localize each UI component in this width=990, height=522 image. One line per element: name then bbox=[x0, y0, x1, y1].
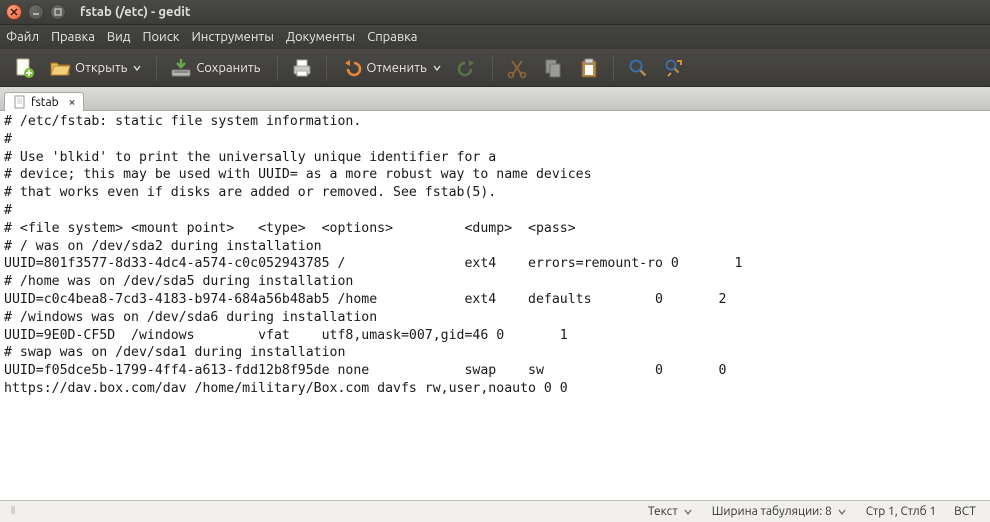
menu-documents[interactable]: Документы bbox=[286, 30, 355, 44]
close-window-button[interactable] bbox=[6, 4, 22, 20]
separator bbox=[156, 55, 157, 81]
document-tab[interactable]: fstab × bbox=[4, 92, 84, 111]
replace-icon bbox=[663, 57, 685, 79]
open-button[interactable]: Открыть bbox=[42, 52, 150, 84]
menubar: Файл Правка Вид Поиск Инструменты Докуме… bbox=[0, 25, 990, 49]
status-cursor-position: Стр 1, Стлб 1 bbox=[866, 505, 936, 518]
text-editor[interactable]: # /etc/fstab: static file system informa… bbox=[0, 111, 990, 501]
status-tabwidth-selector[interactable]: Ширина табуляции: 8 bbox=[712, 505, 848, 518]
print-button[interactable] bbox=[284, 52, 320, 84]
separator bbox=[613, 55, 614, 81]
undo-button[interactable]: Отменить bbox=[333, 52, 449, 84]
find-button[interactable] bbox=[620, 52, 656, 84]
search-icon bbox=[627, 57, 649, 79]
status-left-grip bbox=[8, 504, 32, 519]
chevron-down-icon bbox=[682, 508, 694, 516]
status-tabwidth-label: Ширина табуляции: 8 bbox=[712, 505, 832, 518]
status-syntax-selector[interactable]: Текст bbox=[648, 505, 694, 518]
new-file-icon bbox=[13, 57, 35, 79]
menu-file[interactable]: Файл bbox=[6, 30, 39, 44]
open-folder-icon bbox=[49, 57, 71, 79]
chevron-down-icon bbox=[836, 508, 848, 516]
document-icon bbox=[13, 95, 27, 109]
tab-strip: fstab × bbox=[0, 87, 990, 111]
separator bbox=[326, 55, 327, 81]
menu-view[interactable]: Вид bbox=[107, 30, 131, 44]
status-bar: Текст Ширина табуляции: 8 Стр 1, Стлб 1 … bbox=[0, 500, 990, 522]
save-label: Сохранить bbox=[196, 61, 260, 75]
chevron-down-icon[interactable] bbox=[131, 64, 143, 72]
save-button[interactable]: Сохранить bbox=[163, 52, 271, 84]
menu-tools[interactable]: Инструменты bbox=[191, 30, 273, 44]
minimize-window-button[interactable] bbox=[28, 4, 44, 20]
window-title: fstab (/etc) - gedit bbox=[80, 5, 191, 19]
menu-edit[interactable]: Правка bbox=[51, 30, 95, 44]
status-syntax-label: Текст bbox=[648, 505, 678, 518]
redo-icon bbox=[457, 57, 479, 79]
redo-button[interactable] bbox=[450, 52, 486, 84]
print-icon bbox=[291, 57, 313, 79]
cut-button[interactable] bbox=[499, 52, 535, 84]
copy-icon bbox=[542, 57, 564, 79]
undo-icon bbox=[340, 57, 362, 79]
separator bbox=[277, 55, 278, 81]
status-insert-mode[interactable]: ВСТ bbox=[954, 505, 976, 518]
tab-label: fstab bbox=[31, 96, 59, 109]
paste-icon bbox=[578, 57, 600, 79]
chevron-down-icon[interactable] bbox=[431, 64, 443, 72]
new-button[interactable] bbox=[6, 52, 42, 84]
maximize-window-button[interactable] bbox=[50, 4, 66, 20]
menu-help[interactable]: Справка bbox=[367, 30, 417, 44]
open-label: Открыть bbox=[75, 61, 127, 75]
menu-search[interactable]: Поиск bbox=[142, 30, 179, 44]
undo-label: Отменить bbox=[366, 61, 426, 75]
replace-button[interactable] bbox=[656, 52, 692, 84]
close-tab-icon[interactable]: × bbox=[69, 96, 76, 109]
separator bbox=[492, 55, 493, 81]
paste-button[interactable] bbox=[571, 52, 607, 84]
save-icon bbox=[170, 57, 192, 79]
window-titlebar: fstab (/etc) - gedit bbox=[0, 0, 990, 25]
copy-button[interactable] bbox=[535, 52, 571, 84]
cut-icon bbox=[506, 57, 528, 79]
toolbar: Открыть Сохранить Отменить bbox=[0, 49, 990, 87]
